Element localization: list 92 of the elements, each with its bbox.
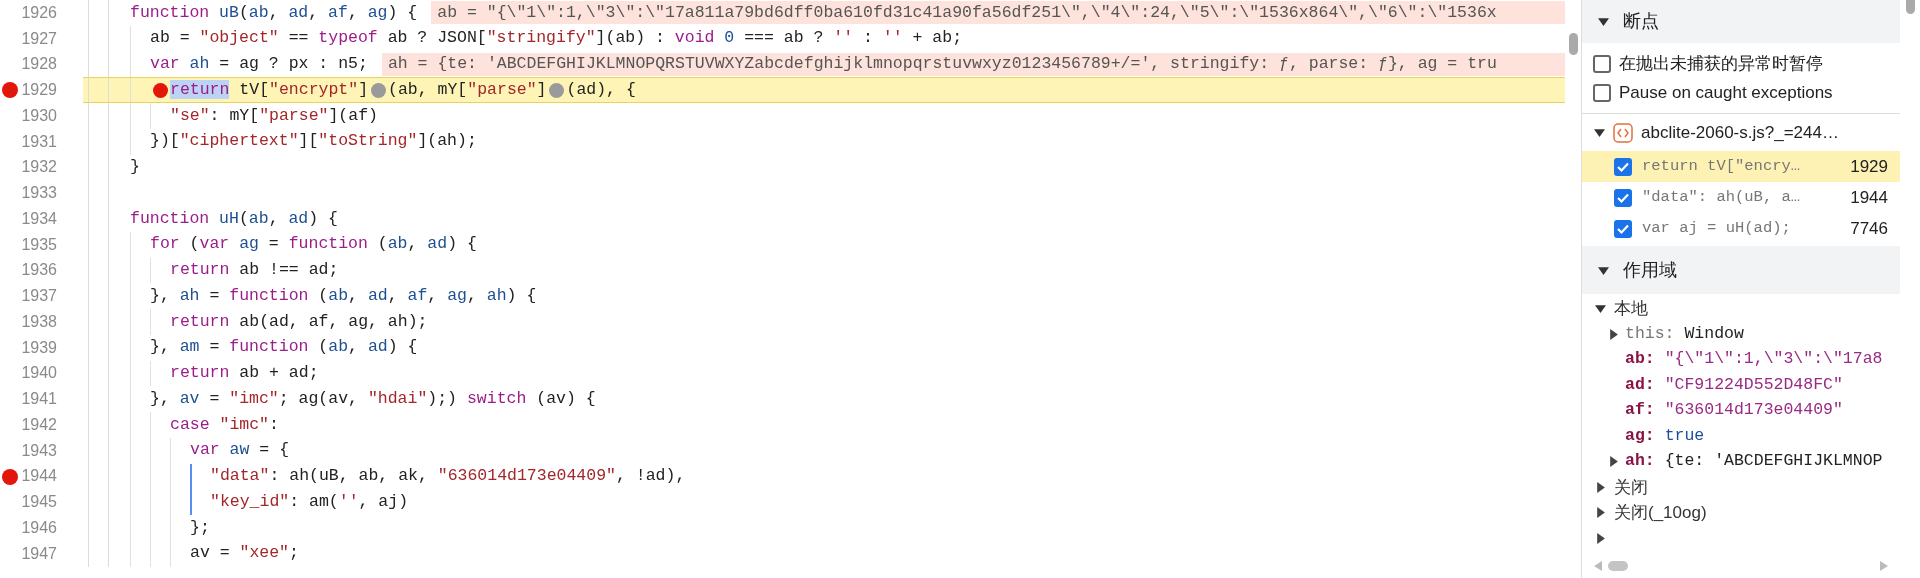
scope-variable: ah: {te: 'ABCDEFGHIJKLMNOP (1625, 450, 1883, 473)
line-number: 1926 (21, 2, 57, 23)
code-text: var aw = { (190, 439, 290, 462)
code-text: return ab + ad; (170, 362, 319, 384)
scope-label[interactable]: 关闭(_10og) (1614, 500, 1707, 526)
section-title: 断点 (1623, 10, 1659, 33)
breakpoint-code: "data": ah(uB, a… (1642, 186, 1801, 208)
line-number: 1946 (21, 517, 57, 538)
scope-variable: ab: "{\"1\":1,\"3\":\"17a8 (1625, 348, 1883, 371)
line-number: 1936 (21, 260, 57, 281)
scope-label[interactable]: 关闭 (1614, 474, 1648, 500)
code-text: return tV["encrypt"] (170, 78, 369, 101)
option-label: Pause on caught exceptions (1619, 81, 1833, 104)
code-text: (ad), { (566, 78, 636, 101)
code-text: } (130, 156, 140, 178)
code-text: function uB(ab, ad, af, ag) { (130, 1, 418, 24)
line-number: 1940 (21, 363, 57, 384)
code-text: }; (190, 516, 210, 539)
script-file-icon (1613, 122, 1633, 143)
collapse-caret-icon[interactable] (1598, 264, 1609, 276)
line-number: 1937 (21, 286, 57, 307)
scrollbar-thumb[interactable] (1608, 561, 1628, 571)
breakpoint-code: var aj = uH(ad); (1642, 217, 1791, 239)
code-text: return ab(ad, af, ag, ah); (170, 310, 428, 333)
checkbox[interactable] (1614, 157, 1632, 176)
code-text: })["ciphertext"]["toString"](ah); (150, 130, 477, 153)
line-number: 1927 (21, 28, 57, 49)
line-number: 1934 (21, 208, 57, 229)
line-number: 1929 (21, 80, 57, 101)
scope-variable: this: Window (1625, 322, 1744, 345)
code-text: "key_id": am('', aj) (210, 490, 409, 513)
breakpoint-line-number: 1929 (1850, 155, 1888, 178)
line-number: 1945 (21, 492, 57, 513)
expand-caret-icon[interactable] (1608, 328, 1619, 340)
line-number: 1933 (21, 183, 57, 204)
code-text: }, ah = function (ab, ad, af, ag, ah) { (150, 284, 537, 307)
line-number: 1947 (21, 543, 57, 564)
line-number: 1928 (21, 54, 57, 75)
collapse-caret-icon[interactable] (1595, 303, 1606, 315)
code-text: ab = "object" == typeof ab ? JSON["stringify"](ab) : void 0 === ab ? '' : '' + ab; (150, 27, 963, 50)
scrollbar-thumb[interactable] (1568, 33, 1578, 55)
line-number: 1942 (21, 414, 57, 435)
line-number: 1938 (21, 311, 57, 332)
code-text: function uH(ab, ad) { (130, 207, 338, 230)
breakpoint-location-icon[interactable] (549, 82, 564, 98)
checkbox[interactable] (1593, 54, 1611, 73)
expand-caret-icon[interactable] (1595, 507, 1606, 519)
breakpoint-code: return tV["encry… (1642, 155, 1801, 177)
code-text: for (var ag = function (ab, ad) { (150, 233, 477, 256)
inline-value: ah = {te: 'ABCDEFGHIJKLMNOPQRSTUVWXYZabcdefghijklmnopqrstuvwxyz0123456789+/=', stringify: ƒ, parse: ƒ}, ag = tru (381, 52, 1565, 76)
file-name[interactable]: abclite-2060-s.js?_=244… (1641, 119, 1839, 146)
code-text: }, av = "imc"; ag(av, "hdai");) switch (av) { (150, 387, 596, 410)
line-number: 1935 (21, 234, 57, 255)
line-number: 1939 (21, 337, 57, 358)
code-text: return ab !== ad; (170, 259, 339, 281)
scope-variable: ad: "CF91224D552D48FC" (1625, 373, 1843, 396)
scrollbar-thumb[interactable] (1905, 0, 1915, 14)
line-number: 1932 (21, 157, 57, 178)
section-header[interactable]: 作用域 (1582, 246, 1900, 294)
expand-caret-icon[interactable] (1595, 532, 1606, 544)
code-text: "se": mY["parse"](af) (170, 104, 378, 127)
code-text: }, am = function (ab, ad) { (150, 336, 418, 359)
code-text: var ah = ag ? px : n5; (150, 53, 368, 75)
scope-label[interactable]: 本地 (1614, 296, 1648, 322)
line-number: 1930 (21, 105, 57, 126)
collapse-caret-icon[interactable] (1598, 16, 1609, 27)
expand-caret-icon[interactable] (1595, 481, 1606, 493)
checkbox[interactable] (1614, 188, 1632, 207)
breakpoint-item[interactable]: var aj = uH(ad); 7746 (1582, 213, 1900, 244)
scope-variable: af: "636014d173e04409" (1625, 399, 1843, 422)
breakpoint-location-icon[interactable] (370, 82, 386, 98)
code-text: (ab, mY["parse"] (388, 78, 547, 101)
checkbox[interactable] (1593, 83, 1611, 102)
code-text: av = "xee"; (190, 542, 299, 565)
section-title: 作用域 (1623, 258, 1677, 282)
line-number: 1931 (21, 131, 57, 152)
breakpoint-line-number: 1944 (1850, 186, 1888, 209)
file-caret-icon[interactable] (1594, 127, 1605, 138)
option-label: 在抛出未捕获的异常时暂停 (1619, 52, 1823, 75)
expand-caret-icon[interactable] (1608, 456, 1619, 468)
code-text: "data": ah(uB, ab, ak, "636014d173e04409", !ad), (210, 465, 686, 487)
scope-variable: ag: true (1625, 424, 1705, 447)
line-number: 1943 (21, 440, 57, 461)
code-text: case "imc": (170, 413, 279, 436)
inline-value: ab = "{\"1\":1,\"3\":\"17a811a79bd6dff0ba610fd31c41a90fa56df251\",\"4\":24,\"5\":\"1536x864\",\"6\":\"1536x (431, 1, 1565, 25)
line-number: 1941 (21, 389, 57, 410)
breakpoint-line-number: 7746 (1850, 217, 1888, 240)
section-header[interactable]: 断点 (1582, 0, 1900, 43)
checkbox[interactable] (1614, 219, 1632, 238)
breakpoint-item[interactable]: return tV["encry… 1929 (1582, 151, 1900, 182)
breakpoint-item[interactable]: "data": ah(uB, a… 1944 (1582, 182, 1900, 213)
line-number: 1944 (21, 466, 57, 487)
